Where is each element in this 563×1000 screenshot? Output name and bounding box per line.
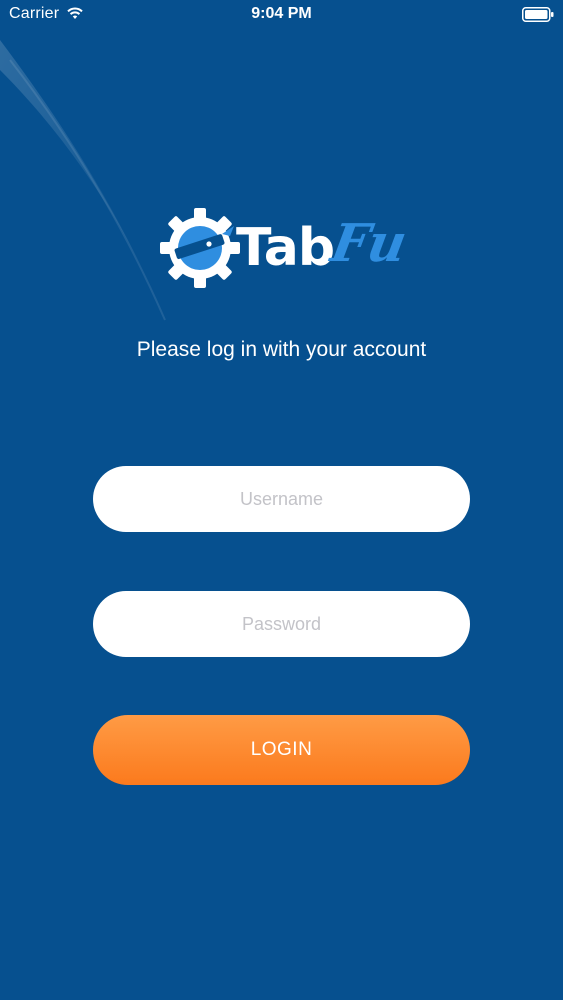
username-input[interactable] — [93, 466, 470, 532]
password-input[interactable] — [93, 591, 470, 657]
login-button[interactable]: LOGIN — [93, 715, 470, 785]
logo-word-tab: Tab — [236, 218, 335, 278]
gear-icon — [160, 208, 240, 288]
status-bar: Carrier 9:04 PM — [0, 0, 563, 30]
status-time: 9:04 PM — [251, 5, 312, 22]
login-screen: Carrier 9:04 PM Tab Fu Please log in wit… — [0, 0, 563, 1000]
tabfu-logo: Tab Fu — [158, 203, 412, 295]
login-instructions: Please log in with your account — [136, 338, 427, 361]
battery-full-icon — [522, 7, 554, 22]
logo-word-fu: Fu — [326, 213, 412, 274]
